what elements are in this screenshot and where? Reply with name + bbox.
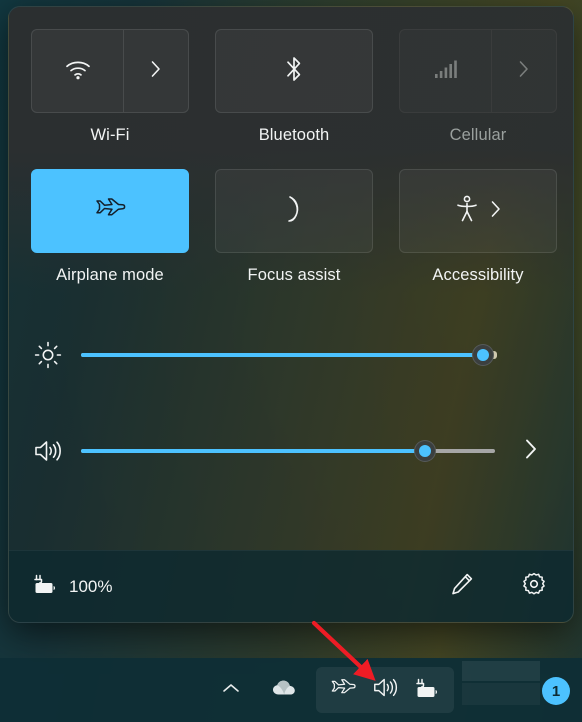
airplane-icon (329, 675, 357, 706)
tile-group-airplane-mode: Airplane mode (31, 169, 189, 285)
tile-group-bluetooth: Bluetooth (215, 29, 373, 145)
tile-label-cellular: Cellular (449, 126, 507, 144)
gear-settings-icon (521, 571, 547, 602)
brightness-slider-row (31, 319, 551, 391)
battery-charging-icon (31, 573, 59, 600)
tile-label-wifi: Wi-Fi (90, 126, 130, 144)
battery-status-group[interactable]: 100% (31, 573, 112, 600)
tile-cellular-expand[interactable] (492, 30, 556, 112)
tile-row-1: Wi-Fi Bluetooth Cellular (31, 29, 557, 145)
brightness-thumb[interactable] (471, 344, 494, 366)
tile-wifi-expand[interactable] (124, 30, 188, 112)
tile-group-cellular: Cellular (399, 29, 557, 145)
tile-wifi-toggle[interactable] (32, 30, 124, 112)
tile-group-accessibility: Accessibility (399, 169, 557, 285)
volume-slider[interactable] (81, 436, 495, 466)
tile-cellular[interactable] (399, 29, 557, 113)
tile-label-focus-assist: Focus assist (247, 266, 341, 284)
tray-battery-icon-button[interactable] (406, 667, 448, 713)
tray-overflow-button[interactable] (210, 667, 252, 713)
chevron-right-icon (518, 60, 530, 83)
battery-percentage-label: 100% (69, 576, 113, 596)
volume-thumb[interactable] (413, 440, 436, 462)
wifi-icon (64, 57, 92, 86)
tile-row-2: Airplane mode Focus assist Accessibility (31, 169, 557, 285)
tile-label-accessibility: Accessibility (432, 266, 524, 284)
tile-wifi[interactable] (31, 29, 189, 113)
brightness-slider[interactable] (81, 340, 497, 370)
accessibility-person-icon (454, 194, 480, 229)
moon-icon (281, 194, 307, 229)
tile-bluetooth[interactable] (215, 29, 373, 113)
screen: Wi-Fi Bluetooth Cellular Airplane mode F… (0, 0, 582, 722)
volume-fill (81, 449, 425, 453)
tray-airplane-icon-button[interactable] (322, 667, 364, 713)
quick-settings-footer: 100% (9, 550, 573, 622)
footer-actions (445, 570, 551, 604)
tile-cellular-toggle[interactable] (400, 30, 492, 112)
tray-quick-settings-group[interactable] (316, 667, 454, 713)
tile-airplane-mode[interactable] (31, 169, 189, 253)
speaker-volume-icon (372, 675, 399, 705)
tile-group-wifi: Wi-Fi (31, 29, 189, 145)
brightness-fill (81, 353, 483, 357)
brightness-sun-icon (31, 340, 65, 370)
notification-count-badge[interactable]: 1 (542, 677, 570, 705)
bluetooth-icon (283, 54, 305, 89)
quick-settings-panel: Wi-Fi Bluetooth Cellular Airplane mode F… (8, 6, 574, 623)
cloud-onedrive-icon (271, 678, 299, 703)
chevron-up-icon (221, 681, 241, 700)
battery-charging-icon (413, 677, 441, 704)
volume-slider-row (31, 415, 551, 487)
tile-accessibility[interactable] (399, 169, 557, 253)
tile-focus-assist[interactable] (215, 169, 373, 253)
airplane-icon (93, 194, 127, 229)
quick-settings-tiles-region: Wi-Fi Bluetooth Cellular Airplane mode F… (9, 7, 573, 293)
tile-label-airplane-mode: Airplane mode (56, 266, 164, 284)
tray-volume-icon-button[interactable] (364, 667, 406, 713)
system-tray (210, 667, 454, 713)
open-settings-button[interactable] (517, 570, 551, 604)
cellular-bars-icon (433, 58, 459, 85)
volume-output-selector[interactable] (511, 438, 551, 465)
chevron-right-icon (490, 200, 502, 223)
edit-quick-settings-button[interactable] (445, 570, 479, 604)
chevron-right-icon (524, 438, 538, 465)
sliders-region (9, 293, 573, 550)
pencil-edit-icon (449, 571, 475, 602)
speaker-volume-icon (31, 437, 65, 465)
tile-label-bluetooth: Bluetooth (258, 126, 330, 144)
chevron-right-icon (150, 60, 162, 83)
redacted-clock-region (462, 661, 540, 705)
tile-group-focus-assist: Focus assist (215, 169, 373, 285)
tray-onedrive-button[interactable] (264, 667, 306, 713)
